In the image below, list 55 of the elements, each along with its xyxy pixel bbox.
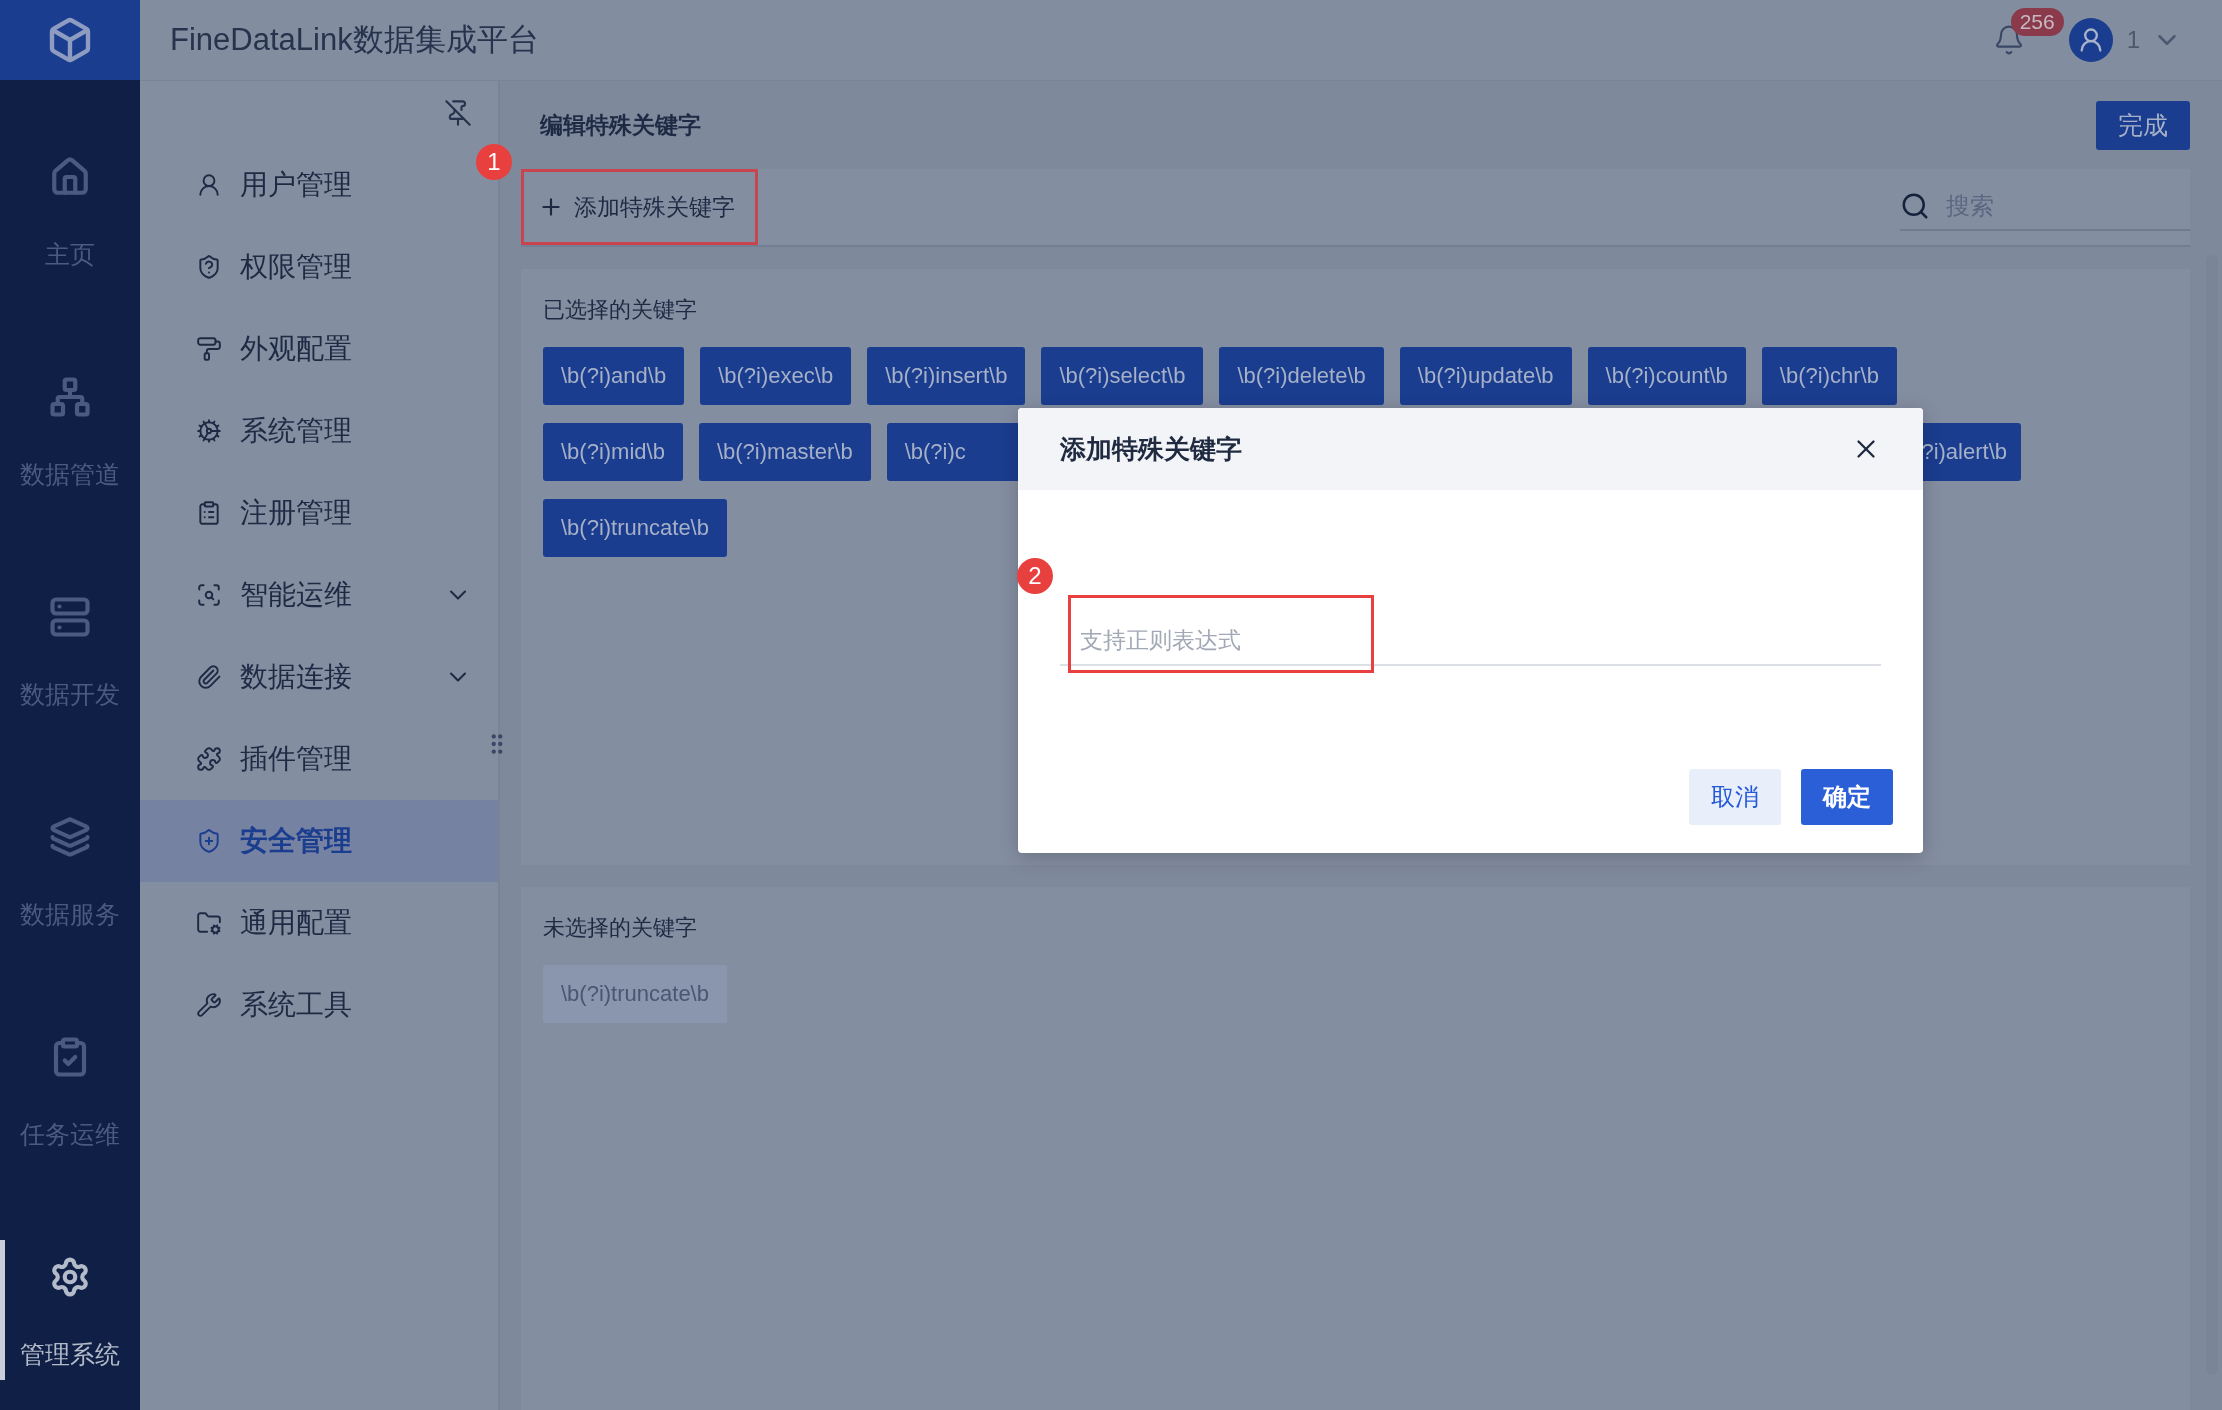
menu-item[interactable]: 插件管理 (140, 718, 498, 800)
keyword-chip[interactable]: \b(?i)delete\b (1219, 347, 1384, 405)
paint-roller-icon (196, 336, 222, 362)
menu-item[interactable]: 外观配置 (140, 308, 498, 390)
menu-item[interactable]: 安全管理 (140, 800, 498, 882)
user-icon (196, 172, 222, 198)
shield-plus-icon (196, 828, 222, 854)
section-label: 未选择的关键字 (543, 914, 698, 942)
cancel-button[interactable]: 取消 (1689, 769, 1781, 825)
menu-item[interactable]: 权限管理 (140, 226, 498, 308)
keyword-chip[interactable]: \b(?i)truncate\b (543, 499, 727, 557)
keyword-chip[interactable]: \b(?i)insert\b (867, 347, 1026, 405)
keyword-chip[interactable]: \b(?i)master\b (698, 423, 871, 481)
search-icon (1900, 191, 1930, 221)
shield-icon (196, 254, 222, 280)
keyword-chip[interactable]: \b(?i)mid\b (543, 423, 683, 481)
keyword-chip[interactable]: \b(?i)chr\b (1761, 347, 1897, 405)
menu-item[interactable]: 注册管理 (140, 472, 498, 554)
rail-nav-item[interactable]: 管理系统 (0, 1180, 140, 1400)
folder-gear-icon (196, 910, 222, 936)
rail-nav-item[interactable]: 数据服务 (0, 740, 140, 960)
menu-item[interactable]: 通用配置 (140, 882, 498, 964)
network-icon (49, 376, 91, 418)
paperclip-icon (196, 664, 222, 690)
section-label: 已选择的关键字 (543, 296, 698, 324)
add-keyword-button[interactable]: 添加特殊关键字 (532, 190, 741, 224)
rail-nav-item[interactable]: 主页 (0, 80, 140, 300)
keyword-chip[interactable]: \b(?i)select\b (1041, 347, 1204, 405)
app-title: FineDataLink数据集成平台 (170, 21, 540, 59)
rail-nav-item[interactable]: 任务运维 (0, 960, 140, 1180)
menu-item[interactable]: 数据连接 (140, 636, 498, 718)
layers-icon (49, 816, 91, 858)
settings-icon (49, 1256, 91, 1298)
avatar[interactable] (2068, 18, 2113, 62)
home-icon (49, 156, 91, 198)
server-icon (49, 596, 91, 638)
gear-icon (196, 418, 222, 444)
annotation-badge: 2 (1017, 558, 1053, 594)
annotation-badge: 1 (476, 144, 512, 180)
menu-item[interactable]: 系统工具 (140, 964, 498, 1046)
menu-item[interactable]: 智能运维 (140, 554, 498, 636)
puzzle-icon (196, 746, 222, 772)
keyword-chip[interactable]: \b(?i)count\b (1587, 347, 1746, 405)
keyword-chip[interactable]: \b(?i)update\b (1399, 347, 1572, 405)
notification-count: 256 (2010, 8, 2064, 36)
keyword-chip[interactable]: \b(?i)and\b (543, 347, 685, 405)
confirm-button[interactable]: 确定 (1801, 769, 1893, 825)
clipboard-icon (196, 500, 222, 526)
rail-nav-item[interactable]: 数据管道 (0, 300, 140, 520)
unpin-icon[interactable] (444, 98, 472, 127)
rail-nav-item[interactable]: 数据开发 (0, 520, 140, 740)
menu-item[interactable]: 系统管理 (140, 390, 498, 472)
keyword-chip[interactable]: \b(?i)exec\b (700, 347, 852, 405)
page-title: 编辑特殊关键字 (540, 110, 702, 140)
done-button[interactable]: 完成 (2096, 100, 2190, 150)
